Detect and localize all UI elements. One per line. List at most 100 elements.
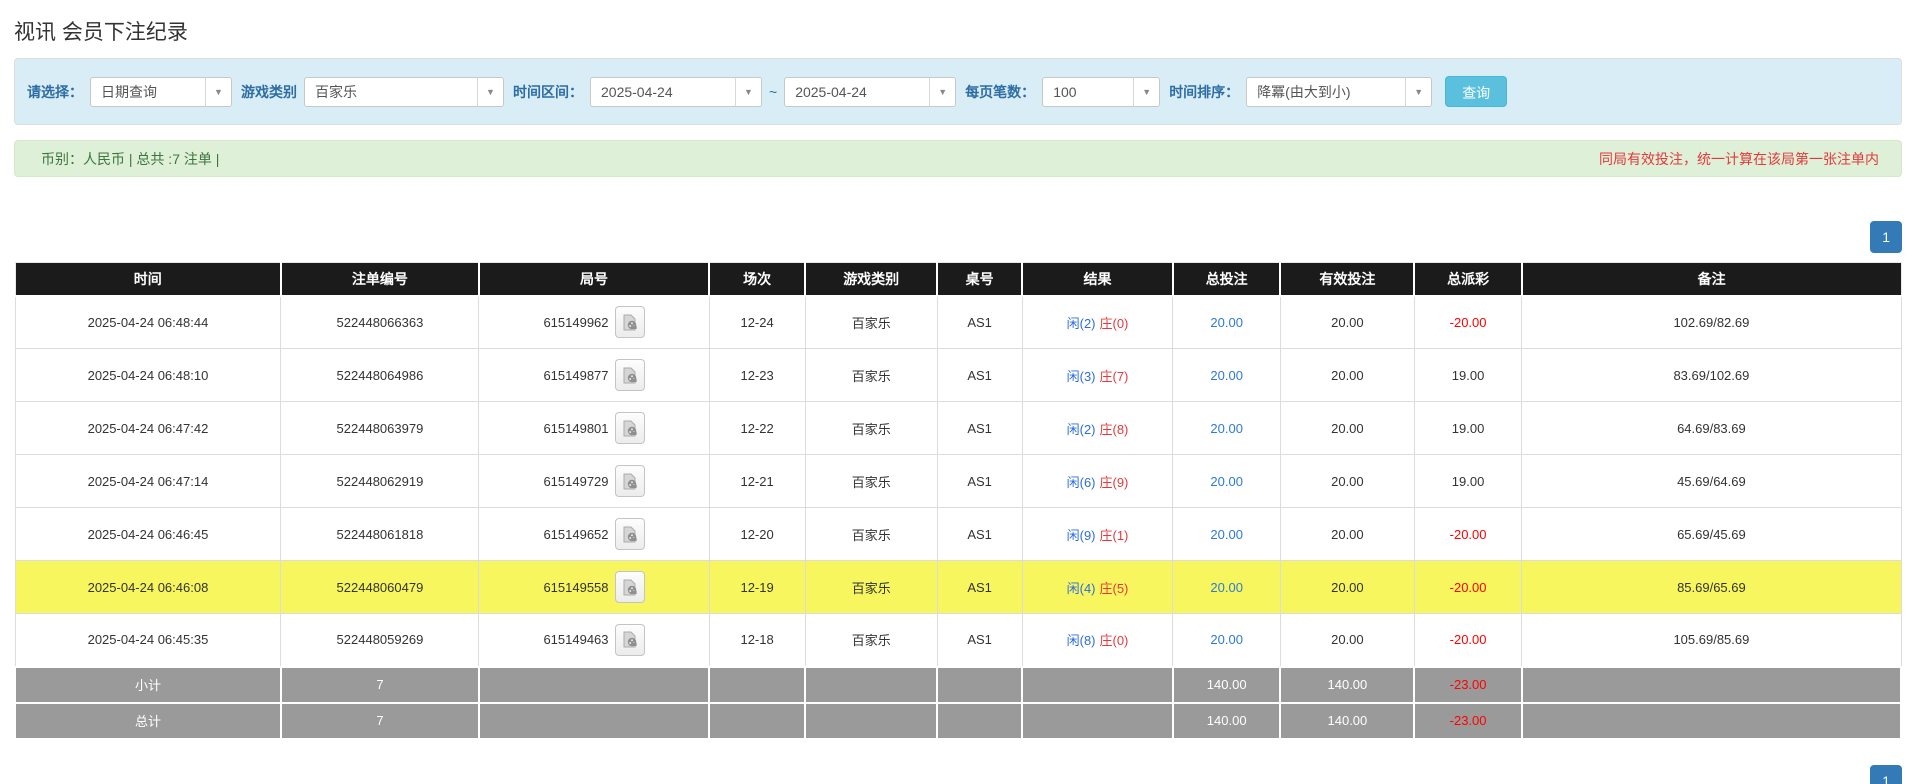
video-replay-button[interactable]	[614, 412, 645, 445]
subtotal-row-cell: 140.00	[1279, 665, 1416, 704]
video-replay-button[interactable]	[614, 571, 645, 604]
date-from-input[interactable]: 2025-04-24 ▼	[590, 76, 762, 107]
film-icon	[623, 473, 637, 490]
round-id-text: 615149801	[543, 420, 609, 436]
query-type-select[interactable]: 日期查询 ▼	[90, 76, 232, 107]
chevron-down-icon[interactable]: ▼	[929, 77, 956, 106]
total-bet-link[interactable]: 20.00	[1210, 474, 1243, 489]
chevron-down-icon[interactable]: ▼	[1405, 77, 1432, 106]
date-from-value: 2025-04-24	[601, 83, 673, 100]
column-header: 桌号	[936, 262, 1023, 297]
film-icon	[623, 631, 637, 648]
video-replay-button[interactable]	[614, 518, 645, 551]
cell-bet-id: 522448062919	[280, 454, 480, 509]
cell-valid-bet: 20.00	[1279, 613, 1415, 668]
page-1-button[interactable]: 1	[1870, 764, 1902, 784]
column-header: 总投注	[1171, 262, 1281, 297]
result-player: 闲(2)	[1066, 315, 1096, 331]
cell-remark: 105.69/85.69	[1521, 613, 1902, 668]
cell-result: 闲(2) 庄(0)	[1021, 295, 1174, 350]
summary-note: 同局有效投注，统一计算在该局第一张注单内	[1599, 150, 1879, 167]
cell-bet-id: 522448060479	[280, 560, 480, 615]
round-id-wrap: 615149558	[543, 571, 645, 604]
chevron-down-icon[interactable]: ▼	[477, 77, 503, 106]
payout-value: -20.00	[1449, 526, 1487, 542]
cell-payout: -20.00	[1413, 295, 1523, 350]
page-size-select[interactable]: 100 ▼	[1042, 76, 1161, 107]
payout-value: -20.00	[1449, 579, 1487, 595]
video-replay-button[interactable]	[614, 465, 645, 498]
payout-value: 19.00	[1451, 367, 1485, 383]
filter-bar: 请选择： 日期查询 ▼ 游戏类别 百家乐 ▼ 时间区间： 2025-04-24 …	[15, 59, 1901, 124]
cell-session: 12-22	[708, 401, 806, 456]
sort-select[interactable]: 降冪(由大到小) ▼	[1246, 76, 1433, 107]
total-row-cell: 140.00	[1279, 701, 1416, 740]
cell-table-no: AS1	[936, 295, 1023, 350]
cell-round-id: 615149652	[478, 507, 710, 562]
cell-game-type: 百家乐	[804, 295, 938, 350]
total-row: 总计 7 140.00 140.00 -23.00	[14, 701, 1903, 740]
total-bet-link[interactable]: 20.00	[1210, 527, 1243, 542]
query-type-value: 日期查询	[101, 83, 157, 100]
video-replay-button[interactable]	[614, 306, 645, 339]
result-banker: 庄(5)	[1099, 580, 1129, 596]
game-type-group: 游戏类别 百家乐 ▼	[241, 76, 504, 107]
cell-total-bet: 20.00	[1172, 454, 1281, 509]
total-bet-link[interactable]: 20.00	[1210, 421, 1243, 436]
date-to-input[interactable]: 2025-04-24 ▼	[784, 76, 957, 107]
round-id-text: 615149877	[543, 367, 609, 383]
bet-records-table: 时间 注单编号 局号 场次 游戏类别 桌号 结果 总投注 有效投注 总派彩 备注 2025-04-2…	[14, 262, 1903, 740]
filter-panel: 请选择： 日期查询 ▼ 游戏类别 百家乐 ▼ 时间区间： 2025-04-24 …	[14, 58, 1902, 125]
result-player: 闲(6)	[1066, 474, 1096, 490]
cell-time: 2025-04-24 06:45:35	[14, 613, 282, 668]
cell-payout: 19.00	[1413, 348, 1523, 403]
subtotal-row-cell	[708, 665, 807, 704]
chevron-down-icon[interactable]: ▼	[735, 77, 761, 106]
game-type-label: 游戏类别	[241, 83, 297, 100]
video-replay-button[interactable]	[614, 623, 645, 656]
cell-time: 2025-04-24 06:47:42	[14, 401, 282, 456]
cell-time: 2025-04-24 06:46:45	[14, 507, 282, 562]
summary-bar: 币别：人民币 | 总共 :7 注单 | 同局有效投注，统一计算在该局第一张注单内	[14, 140, 1902, 177]
round-id-wrap: 615149729	[543, 465, 645, 498]
total-bet-link[interactable]: 20.00	[1210, 632, 1243, 647]
search-button[interactable]: 查询	[1445, 76, 1508, 107]
result-banker: 庄(0)	[1099, 315, 1129, 331]
column-header: 备注	[1520, 262, 1902, 297]
cell-result: 闲(8) 庄(0)	[1021, 613, 1174, 668]
cell-valid-bet: 20.00	[1279, 507, 1415, 562]
game-type-select[interactable]: 百家乐 ▼	[304, 76, 504, 107]
result-banker: 庄(8)	[1099, 421, 1129, 437]
cell-bet-id: 522448063979	[280, 401, 480, 456]
column-header: 注单编号	[279, 262, 480, 297]
cell-result: 闲(6) 庄(9)	[1021, 454, 1174, 509]
round-id-text: 615149652	[543, 526, 609, 542]
cell-total-bet: 20.00	[1172, 401, 1281, 456]
cell-valid-bet: 20.00	[1279, 560, 1415, 615]
chevron-down-icon[interactable]: ▼	[205, 77, 231, 106]
page-1-button[interactable]: 1	[1870, 221, 1902, 254]
cell-time: 2025-04-24 06:47:14	[14, 454, 282, 509]
round-id-text: 615149463	[543, 632, 609, 648]
chevron-down-icon[interactable]: ▼	[1133, 77, 1160, 106]
page-title: 视讯 会员下注纪录	[14, 21, 188, 44]
range-separator: ~	[769, 83, 778, 100]
cell-total-bet: 20.00	[1172, 348, 1281, 403]
video-replay-button[interactable]	[614, 359, 645, 392]
film-icon	[623, 526, 637, 543]
cell-time: 2025-04-24 06:48:10	[14, 348, 282, 403]
cell-total-bet: 20.00	[1172, 507, 1281, 562]
subtotal-row: 小计 7 140.00 140.00 -23.00	[14, 665, 1903, 704]
cell-total-bet: 20.00	[1172, 613, 1281, 668]
payout-value: 19.00	[1451, 473, 1485, 489]
round-id-wrap: 615149962	[543, 306, 645, 339]
result-banker: 庄(1)	[1099, 527, 1129, 543]
total-bet-link[interactable]: 20.00	[1210, 580, 1243, 595]
total-bet-link[interactable]: 20.00	[1210, 315, 1243, 330]
cell-round-id: 615149801	[478, 401, 710, 456]
subtotal-row-cell	[1021, 665, 1174, 704]
payout-value: -20.00	[1449, 632, 1487, 648]
total-bet-link[interactable]: 20.00	[1210, 368, 1243, 383]
column-header: 时间	[14, 262, 282, 297]
cell-table-no: AS1	[936, 454, 1023, 509]
